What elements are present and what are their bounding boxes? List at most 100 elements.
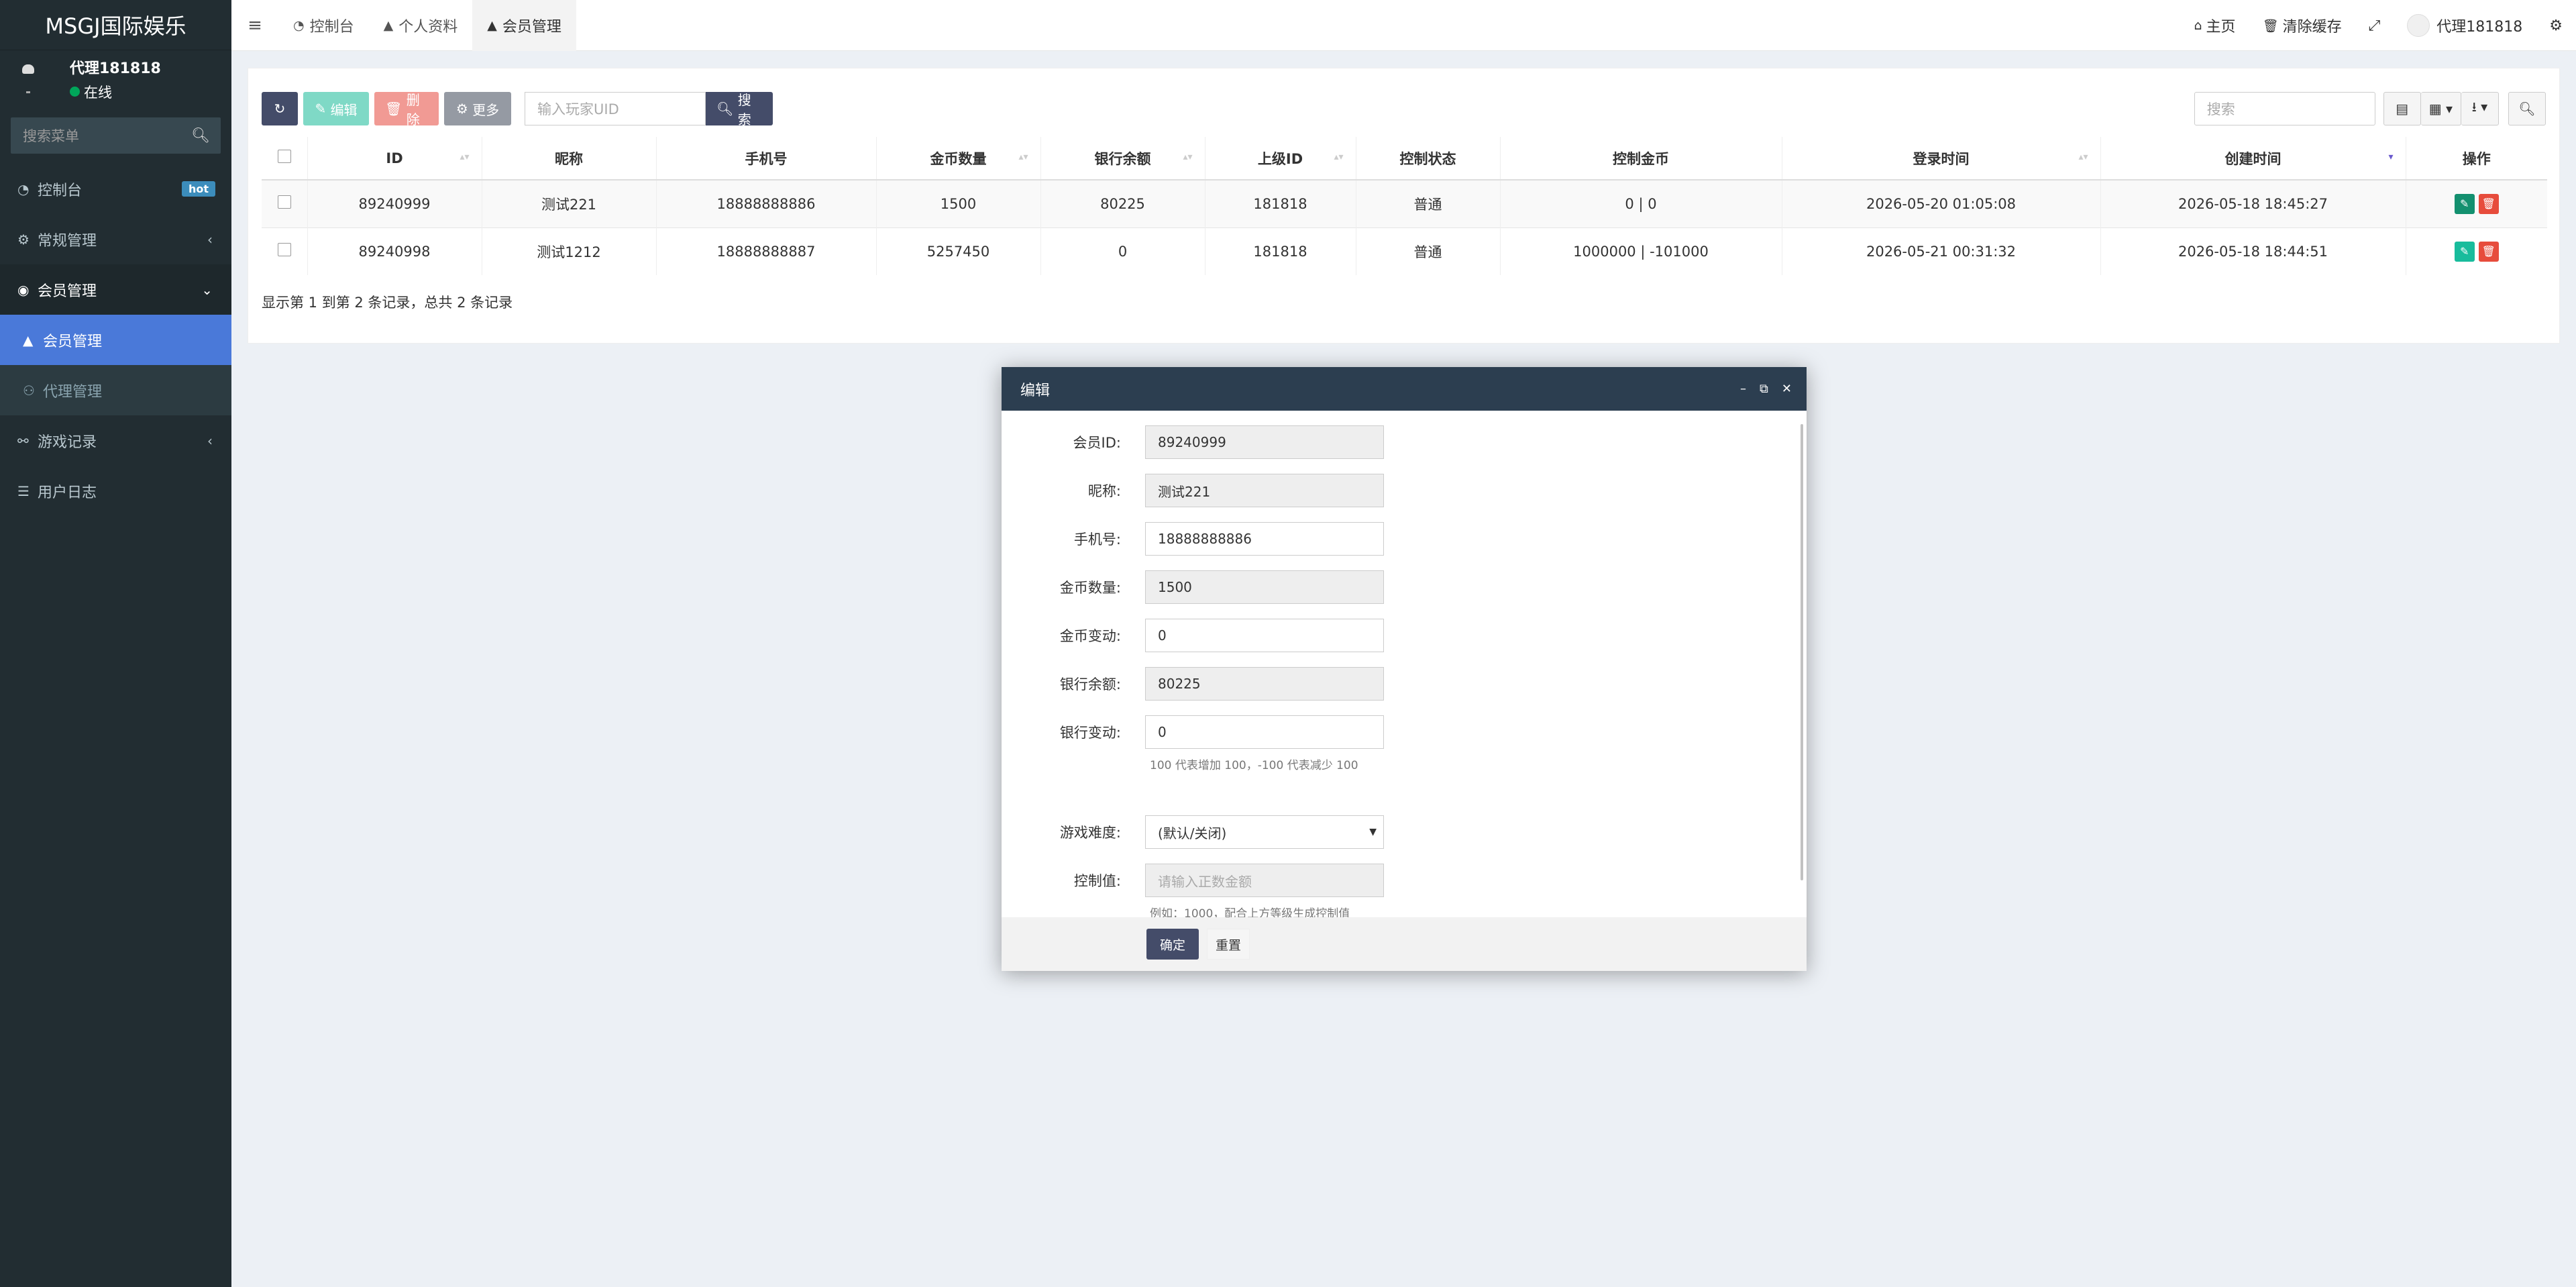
row-delete-icon[interactable]: 🗑︎ (2478, 241, 2499, 262)
phone-field[interactable]: 18888888886 (1145, 522, 1384, 556)
bank-balance-field[interactable]: 80225 (1145, 667, 1384, 701)
row-edit-icon[interactable]: ✎ (2454, 241, 2475, 262)
columns-icon[interactable]: ▦ ▾ (2420, 92, 2461, 125)
sidebar-item-agent-management[interactable]: ⚇ 代理管理 (0, 365, 231, 415)
table-row[interactable]: 89240999 测试221 18888888886 1500 80225 18… (262, 179, 2547, 227)
uid-search-input[interactable]: 输入玩家UID (525, 92, 706, 125)
user-icon: ▲ (23, 331, 34, 348)
table-tools: 搜索 ▤ ▦ ▾ ⭳ ▾ 🔍︎ (2194, 92, 2546, 125)
row-checkbox[interactable] (262, 227, 307, 275)
table-search-input[interactable]: 搜索 (2194, 92, 2375, 125)
sidebar-item-game-records[interactable]: ⚯ 游戏记录 ‹ (0, 415, 231, 466)
table-header-row: ID ▴▾ 昵称 手机号 金币数量 ▴▾ 银行余额 ▴▾ 上级ID ▴▾ 控制状态 控制… (262, 137, 2547, 181)
sort-icon: ▴▾ (1018, 152, 1028, 162)
cell-coins: 1500 (875, 179, 1040, 227)
user-status-label: 在线 (84, 84, 112, 101)
cell-actions: ✎ 🗑︎ (2405, 179, 2547, 227)
sort-icon: ▴▾ (1183, 152, 1193, 162)
sidebar-item-user-logs[interactable]: ☰ 用户日志 (0, 466, 231, 516)
nickname-field[interactable]: 测试221 (1145, 474, 1384, 507)
row-edit-icon[interactable]: ✎ (2454, 193, 2475, 214)
edit-button[interactable]: ✎ 编辑 (303, 92, 369, 125)
form-row-coin-change: 金币变动: 0 (1002, 619, 1807, 652)
menu-toggle-icon[interactable]: ≡ (231, 15, 278, 36)
confirm-button[interactable]: 确定 (1146, 929, 1199, 960)
cell-phone: 18888888887 (655, 227, 876, 275)
sidebar-item-general[interactable]: ⚙ 常规管理 ‹ (0, 214, 231, 264)
search-icon[interactable]: 🔍︎ (191, 127, 210, 144)
home-link[interactable]: ⌂ 主页 (2180, 15, 2249, 36)
refresh-button[interactable]: ↻ (262, 92, 298, 125)
difficulty-select[interactable]: (默认/关闭) ▼ (1145, 815, 1384, 849)
column-header[interactable]: 金币数量 ▴▾ (875, 137, 1040, 181)
sidebar-search-input[interactable]: 搜索菜单 🔍︎ (11, 117, 221, 154)
trash-icon: 🗑︎ (2262, 18, 2279, 34)
column-header[interactable]: 银行余额 ▴▾ (1040, 137, 1205, 181)
column-header[interactable]: 上级ID ▴▾ (1204, 137, 1356, 181)
modal-header[interactable]: 编辑 – ⧉ ✕ (1002, 367, 1807, 411)
column-header[interactable]: 登录时间 ▴▾ (1781, 137, 2100, 181)
sidebar-item-members[interactable]: ◉ 会员管理 ⌄ (0, 264, 231, 315)
member-id-label: 会员ID: (1073, 435, 1121, 451)
reset-button[interactable]: 重置 (1207, 929, 1250, 960)
more-button[interactable]: ⚙ 更多 (444, 92, 511, 125)
delete-button[interactable]: 🗑︎ 删除 (374, 92, 439, 127)
tab-member-management[interactable]: ▲ 会员管理 (472, 0, 576, 51)
sidebar-item-label: 代理管理 (43, 383, 103, 401)
column-header: 操作 (2405, 137, 2547, 181)
tab-profile[interactable]: ▲ 个人资料 (369, 0, 473, 51)
toggle-view-icon[interactable]: ▤ (2383, 92, 2421, 125)
select-all-checkbox[interactable] (262, 137, 307, 181)
member-id-field[interactable]: 89240999 (1145, 425, 1384, 459)
row-delete-icon[interactable]: 🗑︎ (2478, 193, 2499, 214)
account-menu[interactable]: 代理181818 (2394, 14, 2536, 37)
cell-created-time: 2026-05-18 18:45:27 (2100, 179, 2406, 227)
export-icon[interactable]: ⭳ ▾ (2461, 92, 2499, 125)
sidebar-search-placeholder: 搜索菜单 (23, 128, 79, 144)
search-button[interactable]: 🔍︎ 搜索 (706, 92, 773, 127)
cell-actions: ✎ 🗑︎ (2405, 227, 2547, 275)
chevron-left-icon: ‹ (207, 231, 213, 248)
clear-cache-button[interactable]: 🗑︎ 清除缓存 (2249, 15, 2355, 36)
advanced-search-icon[interactable]: 🔍︎ (2508, 92, 2546, 125)
coin-change-field[interactable]: 0 (1145, 619, 1384, 652)
minimize-icon[interactable]: – (1740, 382, 1746, 396)
sidebar-item-label: 常规管理 (38, 232, 97, 250)
cell-login-time: 2026-05-21 00:31:32 (1781, 227, 2100, 275)
account-name: 代理181818 (2436, 19, 2523, 36)
more-label: 更多 (472, 101, 500, 118)
user-avatar (13, 60, 43, 98)
control-value-field[interactable]: 请输入正数金额 (1145, 864, 1384, 897)
search-label: 搜索 (737, 92, 751, 127)
sidebar-item-dashboard[interactable]: ◔ 控制台 hot (0, 164, 231, 214)
sidebar-item-label: 会员管理 (38, 282, 97, 300)
sort-icon: ▴▾ (2078, 152, 2088, 162)
fullscreen-icon[interactable]: ⤢ (2355, 17, 2394, 34)
column-header[interactable]: ID ▴▾ (307, 137, 482, 181)
column-header[interactable]: 创建时间 ▾ (2100, 137, 2406, 181)
app-logo[interactable]: MSGJ国际娱乐 (0, 0, 231, 50)
column-header: 控制状态 (1355, 137, 1500, 181)
delete-label: 删除 (406, 92, 420, 127)
form-row-bank-balance: 银行余额: 80225 (1002, 667, 1807, 701)
row-checkbox[interactable] (262, 179, 307, 227)
bank-change-field[interactable]: 0 (1145, 715, 1384, 749)
tab-dashboard[interactable]: ◔ 控制台 (278, 0, 369, 51)
form-row-bank-change: 银行变动: 0 (1002, 715, 1807, 749)
table-row[interactable]: 89240998 测试1212 18888888887 5257450 0 18… (262, 227, 2547, 275)
cell-control-coins: 1000000 | -101000 (1499, 227, 1782, 275)
cell-id: 89240999 (307, 179, 482, 227)
maximize-icon[interactable]: ⧉ (1760, 382, 1768, 396)
settings-icon[interactable]: ⚙ (2536, 17, 2576, 34)
sidebar-item-member-management[interactable]: ▲ 会员管理 (0, 315, 231, 365)
tab-label: 个人资料 (398, 18, 458, 36)
coin-change-label: 金币变动: (1059, 628, 1121, 644)
member-table: ID ▴▾ 昵称 手机号 金币数量 ▴▾ 银行余额 ▴▾ 上级ID ▴▾ 控制状态 控制… (262, 137, 2547, 275)
close-icon[interactable]: ✕ (1782, 382, 1792, 396)
coins-field[interactable]: 1500 (1145, 570, 1384, 604)
tab-label: 控制台 (309, 18, 354, 36)
cell-control-status: 普通 (1355, 179, 1500, 227)
control-value-help: 例如：1000，配合上方等级生成控制值 (1150, 907, 1350, 917)
sidebar-item-label: 用户日志 (38, 484, 97, 501)
table-toolbar: ↻ ✎ 编辑 🗑︎ 删除 ⚙ 更多 输入玩家UID 🔍︎ 搜索 (262, 92, 778, 127)
